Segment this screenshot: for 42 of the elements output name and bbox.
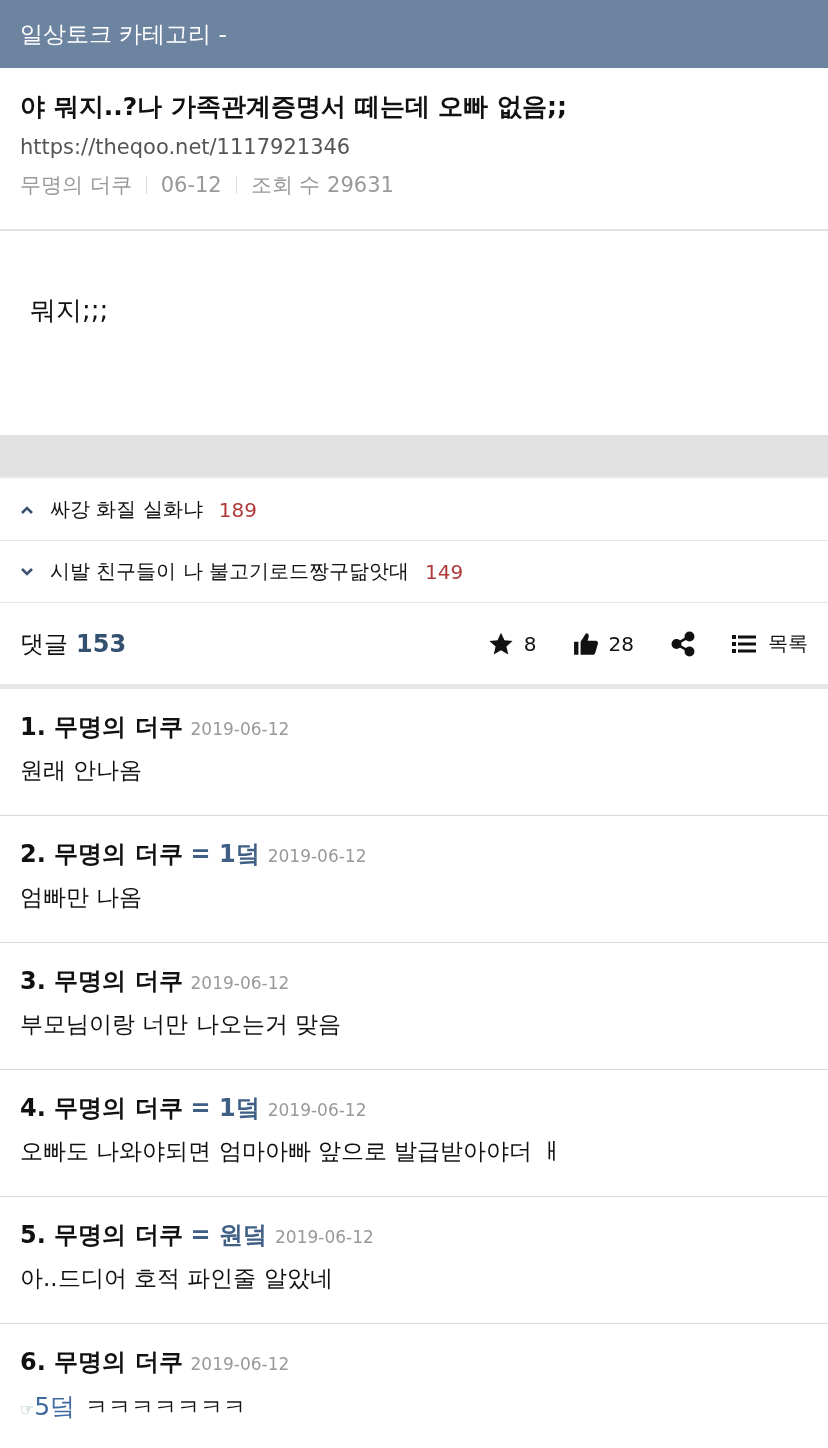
comment-author: 6. 무명의 더쿠 [20, 1347, 183, 1378]
comments-count: 153 [76, 629, 127, 658]
comment-author: 2. 무명의 더쿠 [20, 839, 183, 870]
list-button[interactable]: 목록 [732, 630, 808, 657]
comment-author: 3. 무명의 더쿠 [20, 966, 183, 997]
comment-text: 아..드디어 호적 파인줄 알았네 [20, 1264, 333, 1293]
category-title: 일상토크 카테고리 - [20, 19, 227, 49]
list-icon [732, 633, 756, 654]
post-author: 무명의 더쿠 [20, 172, 132, 199]
chevron-icon [20, 504, 34, 515]
post-title: 야 뭐지..?나 가족관계증명서 떼는데 오빠 없음;; [20, 91, 568, 123]
comment-text: 엄빠만 나옴 [20, 883, 143, 912]
adjacent-post-link[interactable]: 싸강 화질 실화냐 189 [0, 479, 828, 541]
star-count: 8 [523, 631, 537, 656]
comment-date: 2019-06-12 [190, 973, 290, 993]
comment-text: ㅋㅋㅋㅋㅋㅋㅋ [85, 1393, 247, 1422]
adjacent-post-link[interactable]: 시발 친구들이 나 불고기로드짱구닮앗대 149 [0, 541, 828, 603]
post-body: 뭐지;;; [30, 295, 109, 325]
post-date: 06-12 [160, 173, 222, 197]
comment-text: 원래 안나옴 [20, 756, 143, 785]
comment-date: 2019-06-12 [190, 1354, 290, 1374]
comment-date: 2019-06-12 [267, 846, 367, 866]
comment-author: 4. 무명의 더쿠 [20, 1093, 183, 1124]
reply-tag: = 1덬 [190, 1092, 260, 1124]
comment-text: 부모님이랑 너만 나오는거 맞음 [20, 1010, 341, 1039]
chevron-icon [20, 566, 34, 577]
comment-date: 2019-06-12 [267, 1100, 367, 1120]
comments-label: 댓글 [20, 628, 68, 660]
thumbs-up-icon[interactable] [572, 630, 599, 657]
comment-author: 1. 무명의 더쿠 [20, 712, 183, 743]
comment-date: 2019-06-12 [190, 719, 290, 739]
reply-link[interactable]: 5덬 [34, 1390, 76, 1423]
reply-tag: = 1덬 [190, 838, 260, 870]
reply-tag: = 원덬 [190, 1219, 267, 1251]
comment-author: 5. 무명의 더쿠 [20, 1220, 183, 1251]
pointing-hand-glyph: ☞ [20, 1400, 35, 1419]
comment-date: 2019-06-12 [275, 1227, 374, 1247]
comment-text: 오빠도 나와야되면 엄마아빠 앞으로 발급받아야더 ㅐ [20, 1137, 563, 1166]
like-count: 28 [608, 631, 634, 656]
post-url-link[interactable]: https://theqoo.net/1117921346 [20, 135, 808, 159]
view-count: 조회 수 29631 [250, 172, 394, 199]
share-icon[interactable] [670, 630, 696, 657]
